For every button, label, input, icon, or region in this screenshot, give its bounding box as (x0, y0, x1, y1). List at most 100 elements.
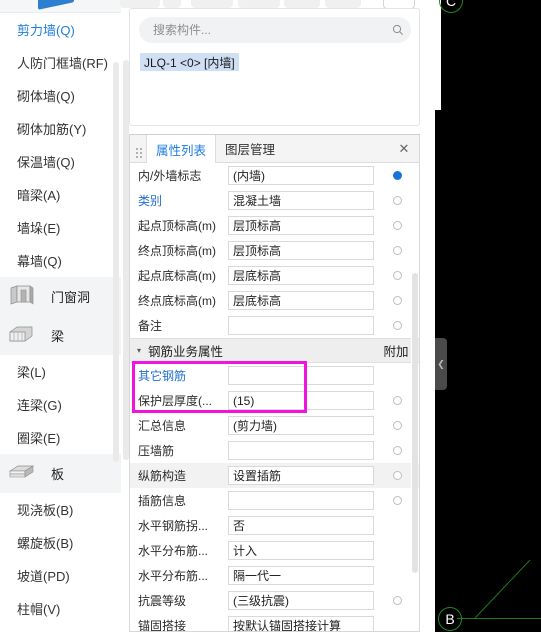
component-list-item[interactable]: JLQ-1 <0> [内墙] (140, 53, 239, 71)
property-value-field[interactable]: (内墙) (228, 166, 374, 185)
axis-marker-c-label: C (445, 0, 457, 9)
property-row: 备注 (130, 313, 419, 338)
sidebar-item[interactable]: 梁(L) (0, 355, 121, 388)
search-icon[interactable] (385, 24, 411, 36)
property-label[interactable]: 类别 (130, 192, 228, 209)
sidebar-item-label: 梁(L) (17, 365, 46, 380)
sidebar-item-label: 暗梁(A) (17, 188, 61, 203)
sidebar-item-label: 砌体墙(Q) (17, 89, 75, 104)
property-label: 起点顶标高(m) (138, 219, 216, 233)
sidebar-item-label: 坡道(PD) (17, 569, 70, 584)
sidebar-item[interactable]: 连梁(G) (0, 388, 121, 421)
sidebar-item[interactable]: 保温墙(Q) (0, 145, 121, 178)
sidebar-item-label: 螺旋板(B) (17, 536, 74, 551)
property-group-header-rebar[interactable]: ▾ 钢筋业务属性 附加 (130, 338, 419, 363)
sidebar-scrollbar-thumb[interactable] (113, 62, 119, 462)
sidebar-item[interactable]: 墙垛(E) (0, 211, 121, 244)
property-attach-radio[interactable] (374, 171, 419, 180)
sidebar-item[interactable]: 圈梁(E) (0, 421, 121, 454)
sidebar-group-door-window-opening[interactable]: 门窗洞 (0, 277, 121, 316)
sidebar-item[interactable]: 螺旋板(B) (0, 526, 121, 559)
property-scrollbar-thumb[interactable] (412, 273, 418, 573)
sidebar-item[interactable]: 人防门框墙(RF) (0, 46, 121, 79)
sidebar-item[interactable]: 暗梁(A) (0, 178, 121, 211)
sidebar-item-label: 墙垛(E) (17, 221, 61, 236)
sidebar-item[interactable]: 剪力墙(Q) (0, 13, 121, 46)
property-row: 汇总信息 (剪力墙) (130, 413, 419, 438)
property-row: 插筋信息 (130, 488, 419, 513)
sidebar-item[interactable]: 砌体墙(Q) (0, 79, 121, 112)
sidebar-item[interactable]: 幕墙(Q) (0, 244, 121, 277)
property-row: 终点顶标高(m) 层顶标高 (130, 238, 419, 263)
property-panel-header: 属性列表 图层管理 ✕ (130, 135, 419, 163)
property-value-field[interactable] (228, 441, 374, 460)
close-icon[interactable]: ✕ (395, 135, 413, 162)
sidebar-group-beam[interactable]: 梁 (0, 316, 121, 355)
sidebar-item-list: 剪力墙(Q) 人防门框墙(RF) 砌体墙(Q) 砌体加筋(Y) 保温墙(Q) 暗梁(A) 墙… (0, 13, 121, 632)
property-label: 终点顶标高(m) (138, 244, 216, 258)
property-value-field[interactable] (228, 491, 374, 510)
search-bar[interactable] (139, 17, 411, 43)
property-value-field[interactable]: (15) (228, 391, 374, 410)
sidebar-item[interactable]: 板洞(N) (0, 625, 121, 632)
drawing-canvas[interactable]: C B ❮ (435, 0, 541, 632)
beam-icon (8, 324, 37, 347)
property-label[interactable]: 其它钢筋 (130, 367, 228, 384)
property-row: 水平分布筋... 计入 (130, 538, 419, 563)
app-root: 剪力墙(Q) 人防门框墙(RF) 砌体墙(Q) 砌体加筋(Y) 保温墙(Q) 暗梁(A) 墙… (0, 0, 541, 632)
axis-marker-b-label: B (445, 611, 455, 627)
property-value-field[interactable]: 隔一代一 (228, 566, 374, 585)
toolbar-button-4[interactable] (238, 0, 280, 8)
property-value-field[interactable]: (剪力墙) (228, 416, 374, 435)
property-value-field[interactable] (228, 316, 374, 335)
property-label: 汇总信息 (138, 419, 187, 433)
property-value-field[interactable]: 混凝土墙 (228, 191, 374, 210)
property-value-field[interactable]: 按默认锚固搭接计算 (228, 616, 374, 631)
property-row: 起点底标高(m) 层底标高 (130, 263, 419, 288)
property-value-field[interactable] (228, 366, 374, 385)
property-row: 锚固搭接 按默认锚固搭接计算 (130, 613, 419, 631)
axis-marker-c[interactable]: C (439, 0, 463, 13)
sidebar-item[interactable]: 砌体加筋(Y) (0, 112, 121, 145)
property-group-title: 钢筋业务属性 (148, 345, 224, 359)
property-scrollbar-track[interactable] (411, 191, 418, 631)
tab-property-list[interactable]: 属性列表 (146, 135, 217, 163)
toolbar-button-1[interactable] (120, 0, 160, 8)
property-value-field[interactable]: 否 (228, 516, 374, 535)
center-scrollbar-thumb[interactable] (123, 60, 129, 460)
property-row: 抗震等级 (三级抗震) (130, 588, 419, 613)
property-row: 压墙筋 (130, 438, 419, 463)
tab-layer-management[interactable]: 图层管理 (216, 135, 284, 162)
property-value-field[interactable]: 层底标高 (228, 266, 374, 285)
property-value-field[interactable]: 层底标高 (228, 291, 374, 310)
toolbar-button-5[interactable] (284, 0, 320, 8)
property-label: 水平钢筋拐... (138, 519, 209, 533)
center-column: JLQ-1 <0> [内墙] 属性列表 图层管理 ✕ 内/外墙标志(内墙)类别混… (120, 0, 435, 632)
search-input[interactable] (139, 22, 385, 38)
sidebar-group-slab[interactable]: 板 (0, 454, 121, 493)
sidebar-item[interactable]: 现浇板(B) (0, 493, 121, 526)
sidebar-item[interactable]: 柱帽(V) (0, 592, 121, 625)
sidebar-item[interactable]: 坡道(PD) (0, 559, 121, 592)
toolbar-button-6[interactable] (325, 0, 361, 8)
property-value-field[interactable]: 设置插筋 (228, 466, 374, 485)
property-row: 类别 混凝土墙 (130, 188, 419, 213)
toolbar-button-3[interactable] (191, 0, 233, 8)
sidebar-top-partial (0, 0, 121, 13)
axis-marker-b[interactable]: B (438, 607, 462, 631)
chevron-left-icon[interactable]: ❮ (435, 338, 447, 390)
chevron-down-icon[interactable]: ▾ (130, 346, 148, 355)
sidebar-group-label: 门窗洞 (51, 290, 91, 305)
property-value-field[interactable]: 计入 (228, 541, 374, 560)
property-row: 纵筋构造 设置插筋 (130, 463, 419, 488)
property-row: 水平钢筋拐... 否 (130, 513, 419, 538)
property-row: 终点底标高(m) 层底标高 (130, 288, 419, 313)
property-label: 备注 (138, 319, 163, 333)
door-window-opening-icon (8, 285, 37, 308)
property-value-field[interactable]: 层顶标高 (228, 216, 374, 235)
property-value-field[interactable]: 层顶标高 (228, 241, 374, 260)
sidebar-item-label: 剪力墙(Q) (17, 23, 75, 38)
toolbar-button-2[interactable] (163, 0, 181, 8)
property-value-field[interactable]: (三级抗震) (228, 591, 374, 610)
drag-grip-icon[interactable] (130, 135, 146, 162)
